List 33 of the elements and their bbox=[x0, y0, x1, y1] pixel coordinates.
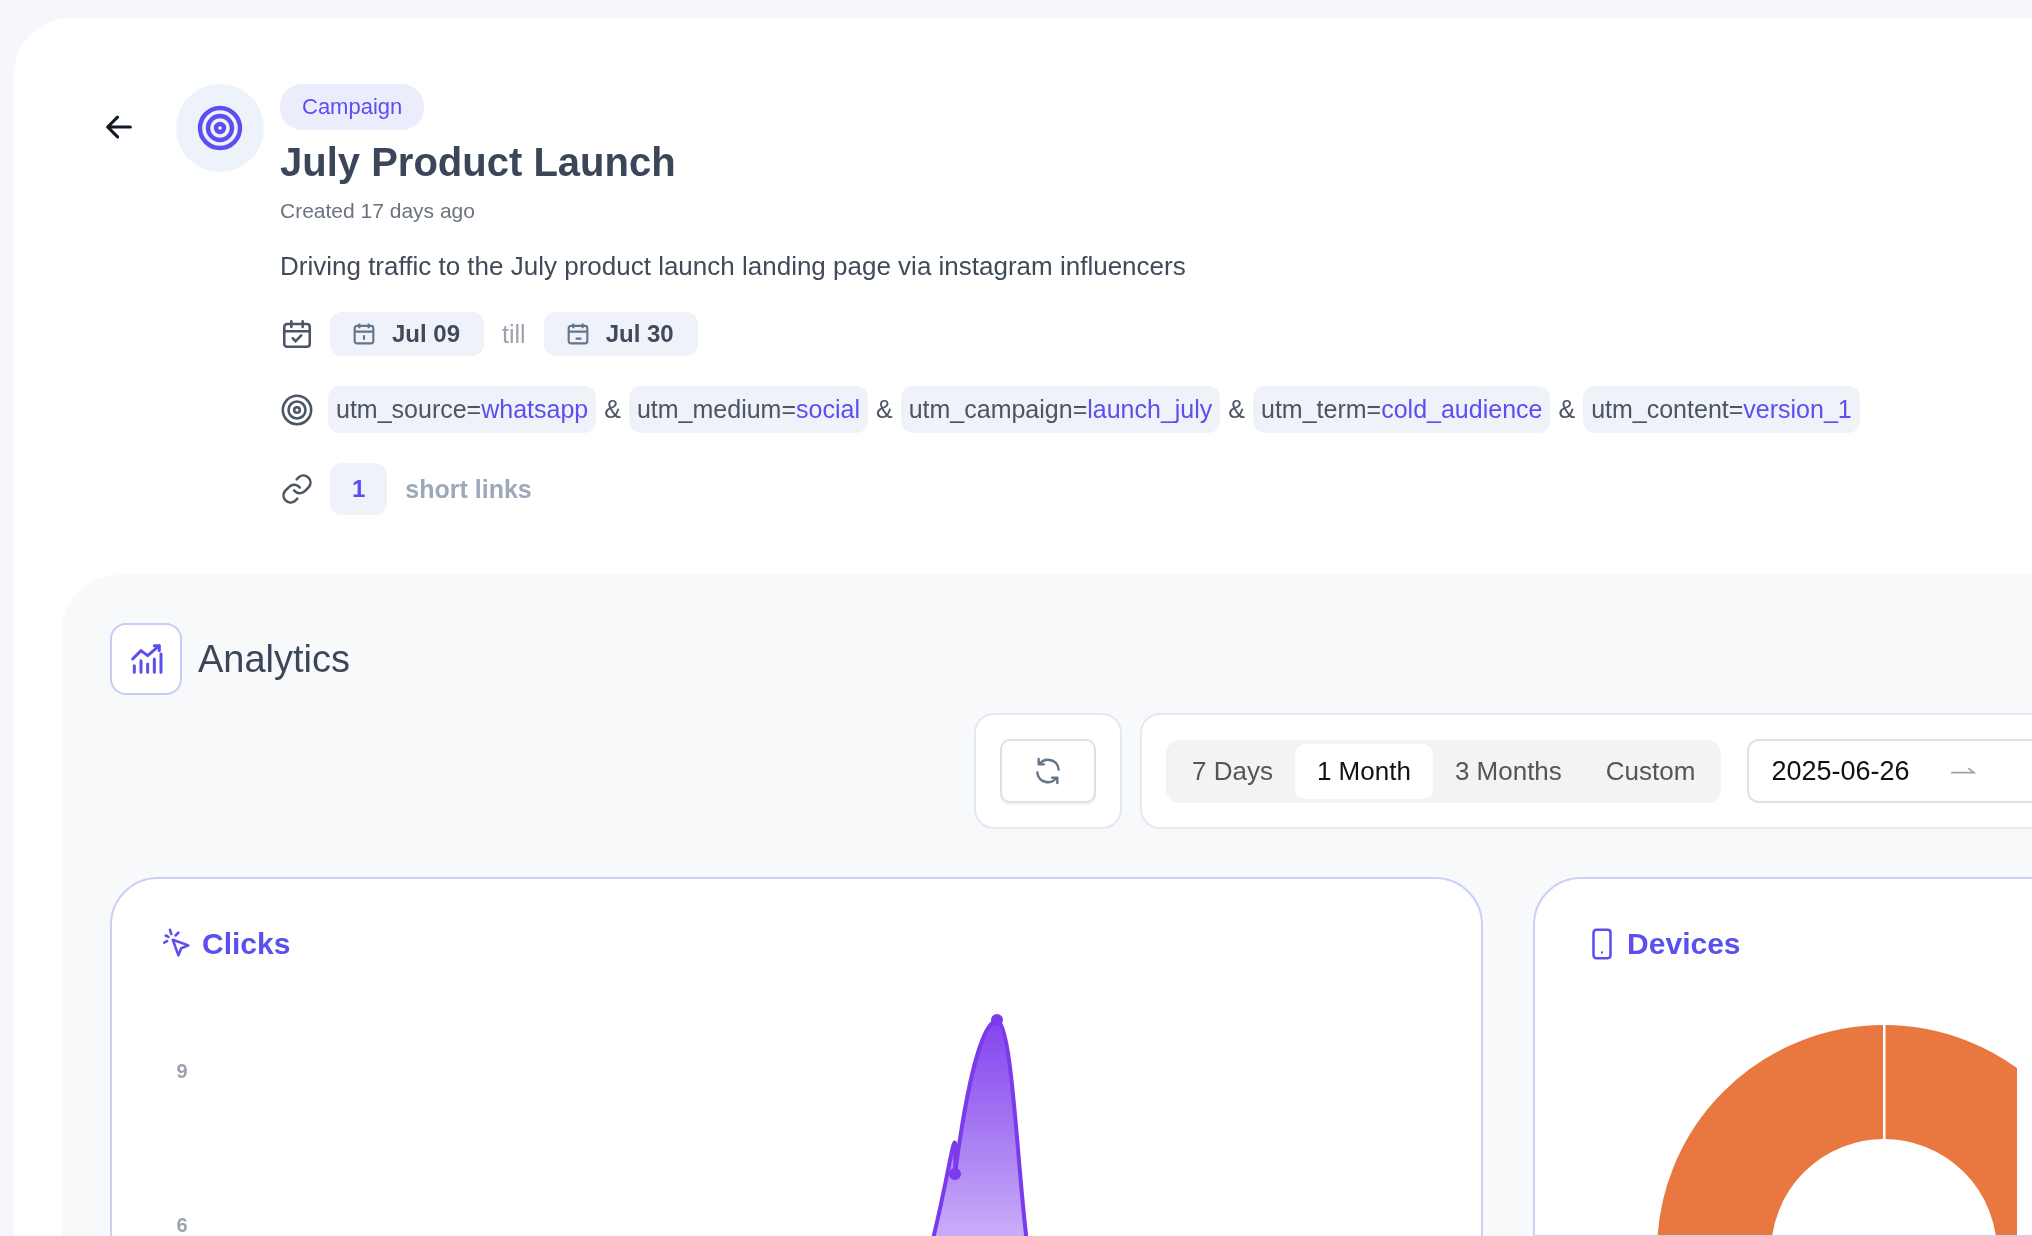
campaign-title: July Product Launch bbox=[280, 140, 676, 185]
ampersand: & bbox=[604, 395, 621, 424]
created-date: Created 17 days ago bbox=[280, 199, 475, 223]
ampersand: & bbox=[1558, 395, 1576, 424]
range-tab[interactable]: 3 Months bbox=[1432, 743, 1584, 799]
short-link-count: 1 bbox=[330, 463, 388, 515]
calendar-check-icon bbox=[280, 317, 314, 351]
end-date-chip: Jul 30 bbox=[543, 312, 698, 356]
ampersand: & bbox=[875, 395, 893, 424]
range-tab[interactable]: 1 Month bbox=[1294, 743, 1433, 799]
utm-parameter: utm_source=whatsapp bbox=[328, 386, 597, 433]
start-date-chip: Jul 09 bbox=[330, 312, 485, 356]
date-range-field[interactable]: 2025-06-26 bbox=[1747, 739, 2032, 803]
utm-parameter: utm_campaign=launch_july bbox=[900, 386, 1221, 433]
utm-parameter: utm_term=cold_audience bbox=[1253, 386, 1551, 433]
till-label: till bbox=[502, 319, 526, 349]
refresh-button[interactable] bbox=[1000, 739, 1096, 803]
range-tab[interactable]: 7 Days bbox=[1170, 743, 1295, 799]
clicks-title: Clicks bbox=[202, 927, 291, 961]
utm-parameter: utm_content=version_1 bbox=[1583, 386, 1860, 433]
ampersand: & bbox=[1228, 395, 1245, 424]
analytics-title: Analytics bbox=[198, 637, 351, 681]
short-links-label: short links bbox=[405, 474, 532, 504]
chart-icon bbox=[110, 623, 182, 695]
campaign-description: Driving traffic to the July product launch landing page via instagram influencers bbox=[280, 251, 1186, 282]
campaign-badge: Campaign bbox=[280, 84, 425, 130]
y-axis-label: 6 bbox=[176, 1214, 188, 1236]
utm-parameter: utm_medium=social bbox=[628, 386, 868, 433]
range-tab[interactable]: Custom bbox=[1583, 743, 1718, 799]
devices-title: Devices bbox=[1627, 927, 1741, 961]
y-axis-label: 9 bbox=[176, 1060, 188, 1082]
target-icon bbox=[280, 392, 314, 427]
link-icon bbox=[280, 472, 314, 506]
